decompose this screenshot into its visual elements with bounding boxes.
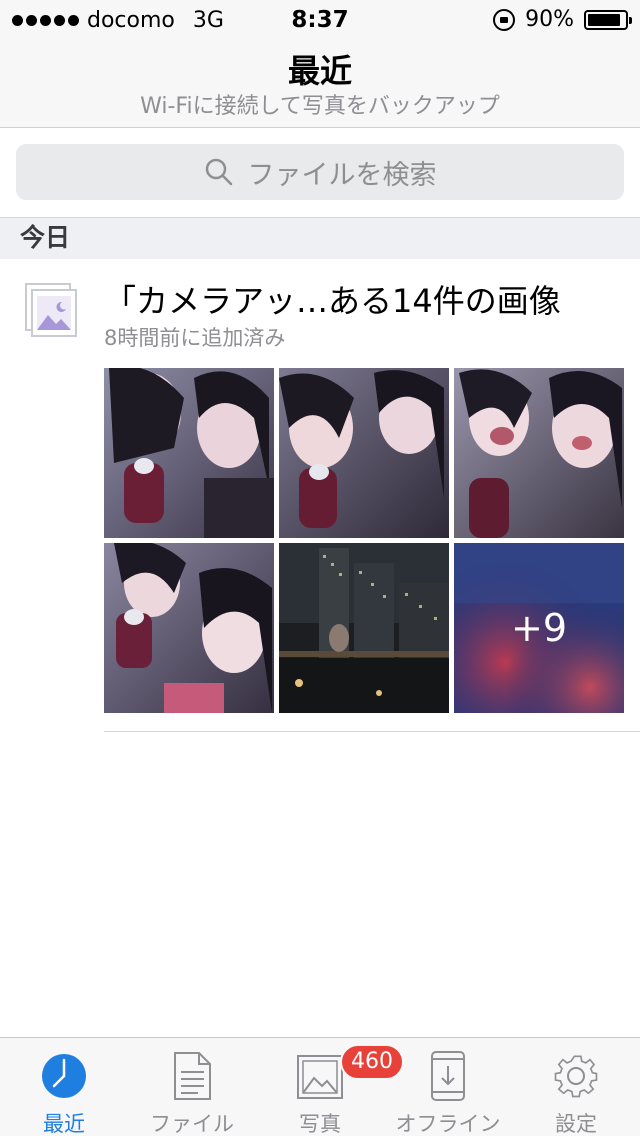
phone-download-icon bbox=[431, 1051, 465, 1101]
tab-bar: 最近 ファイル 写真 460 オフライン 設定 bbox=[0, 1037, 640, 1136]
backup-prompt[interactable]: Wi-Fiに接続して写真をバックアップ bbox=[0, 88, 640, 120]
photo-thumbnail[interactable] bbox=[104, 368, 274, 538]
rotation-lock-icon bbox=[493, 8, 516, 31]
clock-icon bbox=[42, 1054, 86, 1098]
status-right: 90% bbox=[493, 7, 632, 32]
entry-divider bbox=[104, 731, 640, 732]
tab-label: 最近 bbox=[43, 1112, 85, 1136]
section-header-today: 今日 bbox=[0, 217, 640, 259]
search-icon bbox=[205, 158, 232, 186]
more-photos-tile[interactable]: +9 bbox=[454, 543, 624, 713]
photo-thumbnail[interactable] bbox=[279, 543, 449, 713]
tab-label: オフライン bbox=[395, 1112, 501, 1136]
photo-icon bbox=[297, 1055, 343, 1099]
battery-icon bbox=[584, 9, 632, 30]
image-stack-icon bbox=[25, 283, 77, 337]
gear-icon bbox=[554, 1055, 598, 1098]
document-icon bbox=[174, 1052, 211, 1100]
tab-settings[interactable]: 設定 bbox=[512, 1038, 640, 1137]
photo-thumbnail[interactable] bbox=[454, 368, 624, 538]
search-area: ファイルを検索 bbox=[0, 128, 640, 216]
search-input[interactable]: ファイルを検索 bbox=[16, 144, 624, 200]
tab-label: ファイル bbox=[150, 1112, 234, 1136]
entry-timestamp: 8時間前に追加済み bbox=[104, 326, 286, 350]
battery-percent: 90% bbox=[525, 7, 574, 32]
search-placeholder: ファイルを検索 bbox=[247, 159, 437, 191]
tab-label: 設定 bbox=[555, 1112, 597, 1136]
more-count-label: +9 bbox=[510, 606, 568, 650]
tab-recent[interactable]: 最近 bbox=[0, 1038, 128, 1137]
tab-files[interactable]: ファイル bbox=[128, 1038, 256, 1137]
navigation-bar: 最近 Wi-Fiに接続して写真をバックアップ bbox=[0, 40, 640, 128]
status-bar: docomo 3G 8:37 90% bbox=[0, 0, 640, 40]
photo-thumbnail[interactable] bbox=[104, 543, 274, 713]
tab-label: 写真 bbox=[299, 1112, 341, 1136]
tab-offline[interactable]: オフライン bbox=[384, 1038, 512, 1137]
page-title: 最近 bbox=[287, 52, 352, 90]
photo-grid: +9 bbox=[104, 368, 624, 713]
entry-title[interactable]: 「カメラアッ…ある14件の画像 bbox=[104, 276, 624, 322]
photo-thumbnail[interactable] bbox=[279, 368, 449, 538]
